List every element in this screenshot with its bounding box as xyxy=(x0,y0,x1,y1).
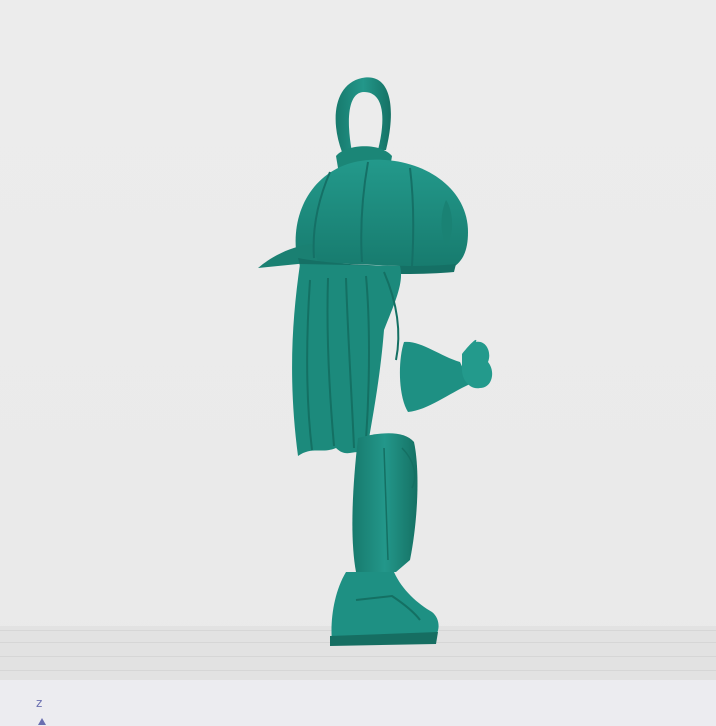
z-axis-arrow-icon xyxy=(38,718,46,725)
hair xyxy=(292,264,402,456)
axis-gizmo[interactable]: z xyxy=(28,696,58,726)
status-strip xyxy=(0,680,716,726)
z-axis-label: z xyxy=(36,696,43,710)
keychain-loop xyxy=(335,77,392,168)
figurine-model[interactable] xyxy=(0,0,716,726)
cap xyxy=(258,159,468,274)
arm-jacket xyxy=(399,339,493,412)
sneaker xyxy=(330,572,439,646)
pants xyxy=(352,433,418,572)
3d-viewport[interactable]: z xyxy=(0,0,716,726)
